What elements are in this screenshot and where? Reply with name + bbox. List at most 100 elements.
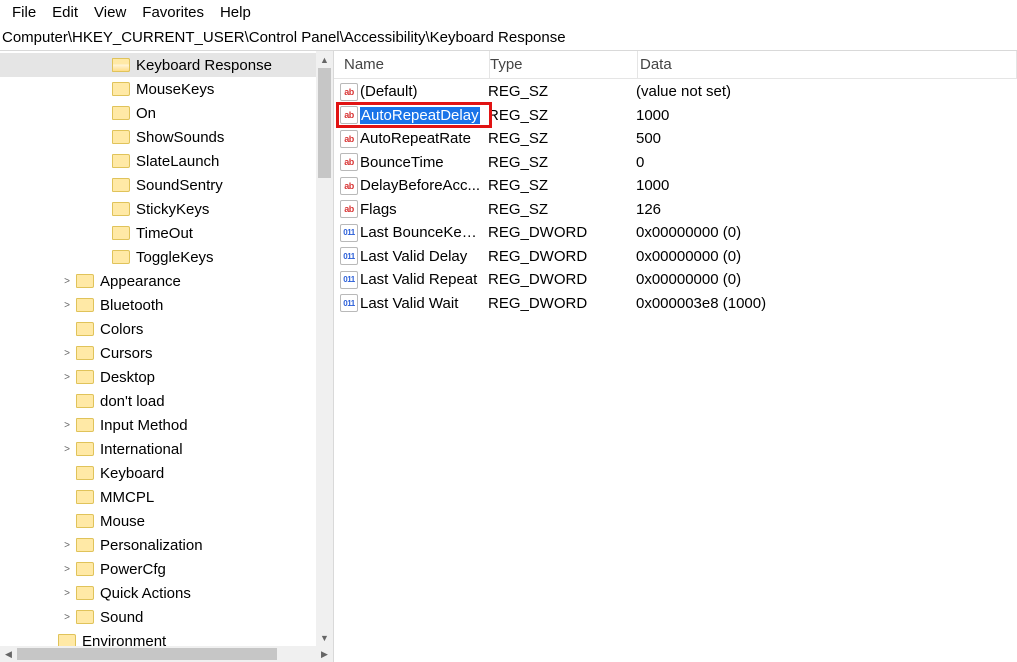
tree-item[interactable]: ToggleKeys: [0, 245, 333, 269]
folder-icon: [76, 322, 94, 336]
tree-item[interactable]: MMCPL: [0, 485, 333, 509]
value-row[interactable]: Last Valid WaitREG_DWORD0x000003e8 (1000…: [334, 292, 1017, 316]
folder-icon: [112, 130, 130, 144]
expand-spacer: [96, 154, 110, 168]
tree-item[interactable]: Colors: [0, 317, 333, 341]
expand-icon[interactable]: >: [60, 442, 74, 456]
expand-icon[interactable]: >: [60, 610, 74, 624]
tree-item-label: Bluetooth: [100, 297, 163, 314]
tree-item[interactable]: SlateLaunch: [0, 149, 333, 173]
tree-item-label: TimeOut: [136, 225, 193, 242]
tree-item[interactable]: On: [0, 101, 333, 125]
value-row[interactable]: DelayBeforeAcc...REG_SZ1000: [334, 174, 1017, 198]
tree-vertical-scrollbar[interactable]: ▲ ▼: [316, 51, 333, 646]
menu-favorites[interactable]: Favorites: [136, 2, 214, 23]
value-row[interactable]: Last Valid DelayREG_DWORD0x00000000 (0): [334, 245, 1017, 269]
tree-item[interactable]: >Quick Actions: [0, 581, 333, 605]
scroll-left-icon[interactable]: ◀: [0, 646, 17, 662]
menu-view[interactable]: View: [88, 2, 136, 23]
column-header-type[interactable]: Type: [490, 51, 638, 78]
value-data: 1000: [636, 107, 1017, 124]
value-data: 0x00000000 (0): [636, 224, 1017, 241]
value-row[interactable]: Last Valid RepeatREG_DWORD0x00000000 (0): [334, 268, 1017, 292]
value-type: REG_SZ: [488, 154, 636, 171]
scroll-thumb[interactable]: [17, 648, 277, 660]
value-data: 0x00000000 (0): [636, 271, 1017, 288]
expand-icon[interactable]: >: [60, 346, 74, 360]
tree-item[interactable]: ShowSounds: [0, 125, 333, 149]
tree-item[interactable]: don't load: [0, 389, 333, 413]
value-name: Last Valid Repeat: [360, 271, 488, 288]
tree-item[interactable]: >International: [0, 437, 333, 461]
tree-item-label: Input Method: [100, 417, 188, 434]
value-type: REG_DWORD: [488, 224, 636, 241]
value-data: 0: [636, 154, 1017, 171]
tree-item[interactable]: > Cursors: [0, 341, 333, 365]
expand-spacer: [42, 634, 56, 646]
tree-item[interactable]: TimeOut: [0, 221, 333, 245]
value-type: REG_SZ: [488, 107, 636, 124]
tree-item[interactable]: > Input Method: [0, 413, 333, 437]
value-data: 126: [636, 201, 1017, 218]
folder-icon: [76, 538, 94, 552]
tree-item[interactable]: Environment: [0, 629, 333, 646]
tree-item[interactable]: >PowerCfg: [0, 557, 333, 581]
folder-icon: [112, 58, 130, 72]
tree-item[interactable]: Mouse: [0, 509, 333, 533]
folder-icon: [76, 298, 94, 312]
dword-value-icon: [340, 271, 358, 289]
tree-item[interactable]: StickyKeys: [0, 197, 333, 221]
expand-icon[interactable]: >: [60, 418, 74, 432]
tree-item[interactable]: Keyboard: [0, 461, 333, 485]
tree-item-label: MMCPL: [100, 489, 154, 506]
tree-item[interactable]: >Appearance: [0, 269, 333, 293]
column-header-data[interactable]: Data: [638, 51, 1017, 78]
tree-horizontal-scrollbar[interactable]: ◀ ▶: [0, 646, 333, 662]
menu-help[interactable]: Help: [214, 2, 261, 23]
tree-item[interactable]: >Personalization: [0, 533, 333, 557]
scroll-up-icon[interactable]: ▲: [316, 51, 333, 68]
expand-icon[interactable]: >: [60, 274, 74, 288]
expand-spacer: [96, 130, 110, 144]
tree-item[interactable]: Keyboard Response: [0, 53, 333, 77]
value-row[interactable]: BounceTimeREG_SZ0: [334, 151, 1017, 175]
value-row[interactable]: Last BounceKey ...REG_DWORD0x00000000 (0…: [334, 221, 1017, 245]
tree-item[interactable]: > Bluetooth: [0, 293, 333, 317]
tree-item[interactable]: >Sound: [0, 605, 333, 629]
value-row[interactable]: AutoRepeatDelayREG_SZ1000: [334, 104, 1017, 128]
value-type: REG_DWORD: [488, 248, 636, 265]
folder-icon: [76, 466, 94, 480]
tree-item-label: Cursors: [100, 345, 153, 362]
expand-icon[interactable]: >: [60, 298, 74, 312]
folder-icon: [112, 154, 130, 168]
value-type: REG_SZ: [488, 130, 636, 147]
tree-item[interactable]: SoundSentry: [0, 173, 333, 197]
value-row[interactable]: (Default)REG_SZ(value not set): [334, 80, 1017, 104]
scroll-thumb[interactable]: [318, 68, 331, 178]
value-type: REG_DWORD: [488, 271, 636, 288]
value-data: 0x00000000 (0): [636, 248, 1017, 265]
tree-item-label: MouseKeys: [136, 81, 214, 98]
menu-bar: File Edit View Favorites Help: [0, 0, 1017, 27]
folder-icon: [76, 490, 94, 504]
expand-spacer: [96, 82, 110, 96]
string-value-icon: [340, 177, 358, 195]
folder-icon: [112, 178, 130, 192]
tree-item[interactable]: >Desktop: [0, 365, 333, 389]
column-header-name[interactable]: Name: [334, 51, 490, 78]
expand-spacer: [96, 178, 110, 192]
menu-edit[interactable]: Edit: [46, 2, 88, 23]
folder-icon: [112, 202, 130, 216]
scroll-down-icon[interactable]: ▼: [316, 629, 333, 646]
expand-icon[interactable]: >: [60, 538, 74, 552]
value-row[interactable]: FlagsREG_SZ126: [334, 198, 1017, 222]
address-bar[interactable]: Computer\HKEY_CURRENT_USER\Control Panel…: [0, 27, 1017, 50]
scroll-right-icon[interactable]: ▶: [316, 646, 333, 662]
expand-icon[interactable]: >: [60, 586, 74, 600]
expand-icon[interactable]: >: [60, 562, 74, 576]
value-row[interactable]: AutoRepeatRateREG_SZ500: [334, 127, 1017, 151]
expand-icon[interactable]: >: [60, 370, 74, 384]
menu-file[interactable]: File: [6, 2, 46, 23]
tree-item[interactable]: MouseKeys: [0, 77, 333, 101]
folder-icon: [76, 394, 94, 408]
